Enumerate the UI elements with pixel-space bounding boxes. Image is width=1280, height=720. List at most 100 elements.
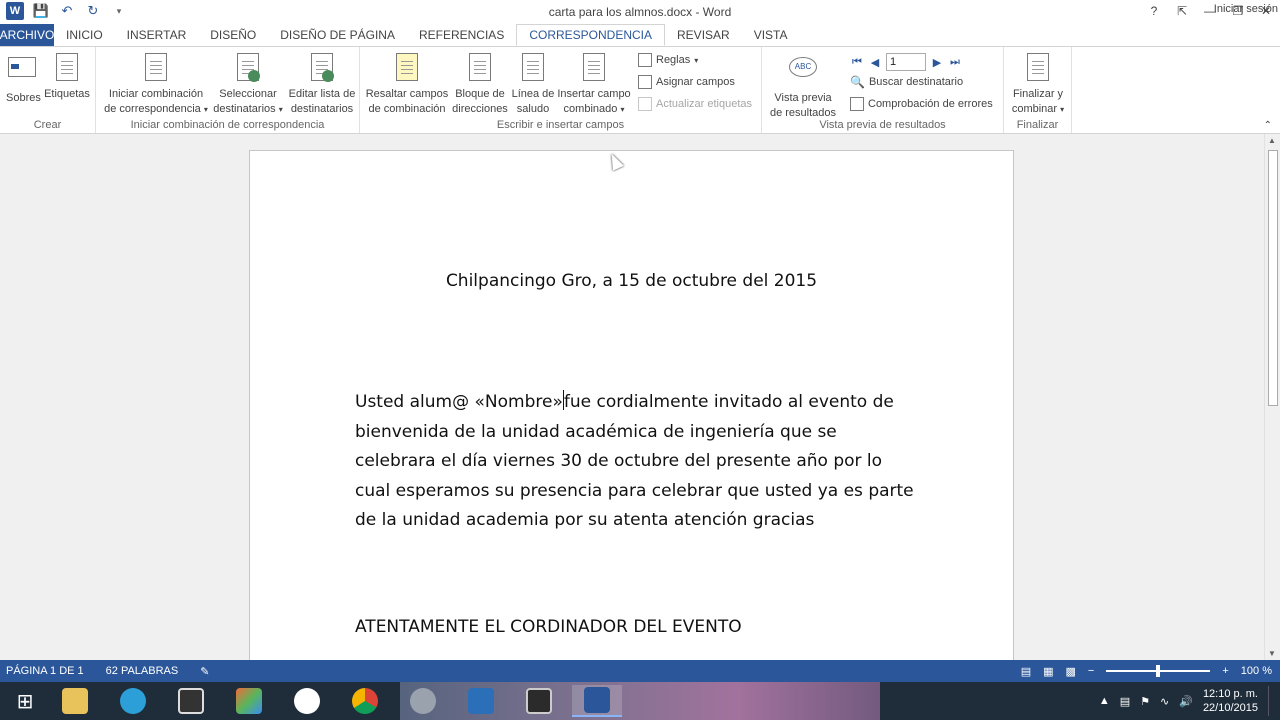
taskbar-word[interactable] [572, 685, 622, 717]
zoom-in-icon[interactable]: + [1222, 665, 1228, 677]
tab-vista[interactable]: VISTA [742, 24, 800, 46]
update-labels-icon [638, 97, 652, 111]
group-label-finalizar: Finalizar [1016, 119, 1059, 131]
insert-merge-field-icon [583, 53, 605, 81]
next-record-icon[interactable]: ▶ [930, 55, 944, 69]
ribbon-display-options-icon[interactable]: ⇱ [1168, 0, 1196, 22]
vertical-scrollbar[interactable]: ▲ ▼ [1264, 134, 1280, 660]
buscar-destinatario-button[interactable]: 🔍 Buscar destinatario [850, 75, 963, 89]
bloque-direcciones-button[interactable]: Bloque de direcciones [450, 51, 510, 117]
actualizar-etiquetas-button[interactable]: Actualizar etiquetas [638, 97, 752, 111]
proofing-icon[interactable]: ✎ [200, 665, 209, 678]
tab-diseno-de-pagina[interactable]: DISEÑO DE PÁGINA [268, 24, 407, 46]
tab-inicio[interactable]: INICIO [54, 24, 115, 46]
print-layout-icon[interactable]: ▦ [1043, 665, 1053, 678]
reglas-button[interactable]: Reglas ▾ [638, 53, 698, 67]
zoom-level[interactable]: 100 % [1241, 665, 1272, 677]
taskbar-app-9[interactable] [514, 685, 564, 717]
wifi-icon[interactable]: ∿ [1160, 695, 1169, 708]
tab-revisar[interactable]: REVISAR [665, 24, 742, 46]
flag-icon[interactable]: ⚑ [1140, 695, 1150, 708]
taskbar-chrome-2[interactable] [398, 685, 448, 717]
taskbar-file-explorer[interactable] [50, 685, 100, 717]
tray-expand-icon[interactable]: ▲ [1099, 695, 1110, 707]
labels-icon [56, 53, 78, 81]
start-button[interactable]: ⊞ [0, 685, 50, 717]
ribbon: Sobres Etiquetas Crear Iniciar combinaci… [0, 46, 1280, 134]
screen-recorder-icon [526, 688, 552, 714]
merge-field-text: Usted alum@ «Nombre» [355, 392, 563, 412]
body-paragraph: Usted alum@ «Nombre»fue cordialmente inv… [355, 388, 915, 536]
taskbar-lync[interactable] [456, 685, 506, 717]
show-desktop[interactable] [1268, 686, 1274, 716]
preview-results-icon: ABC [789, 57, 817, 77]
group-escribir-insertar: Resaltar campos de combinación Bloque de… [360, 47, 762, 133]
taskbar-hp[interactable] [282, 685, 332, 717]
document-page[interactable]: Chilpancingo Gro, a 15 de octubre del 20… [249, 150, 1014, 660]
taskbar-internet-explorer[interactable] [108, 685, 158, 717]
editar-lista-button[interactable]: Editar lista de destinatarios [286, 51, 358, 117]
volume-icon[interactable]: 🔊 [1179, 695, 1193, 708]
etiquetas-button[interactable]: Etiquetas [44, 51, 90, 102]
highlight-fields-icon [396, 53, 418, 81]
finish-merge-icon [1027, 53, 1049, 81]
previous-record-icon[interactable]: ◀ [868, 55, 882, 69]
ribbon-tabs: ARCHIVO INICIO INSERTAR DISEÑO DISEÑO DE… [0, 24, 1280, 46]
web-layout-icon[interactable]: ▩ [1066, 665, 1076, 678]
ie-icon [120, 688, 146, 714]
finalizar-combinar-button[interactable]: Finalizar y combinar ▾ [1006, 51, 1070, 117]
record-number-input[interactable]: 1 [886, 53, 926, 71]
last-record-icon[interactable]: ⏭ [948, 55, 962, 69]
resaltar-campos-button[interactable]: Resaltar campos de combinación [364, 51, 450, 117]
check-errors-icon [850, 97, 864, 111]
network-icon[interactable]: ▤ [1120, 695, 1130, 708]
document-area: Chilpancingo Gro, a 15 de octubre del 20… [0, 134, 1264, 660]
taskbar-app-3[interactable] [166, 685, 216, 717]
page-count[interactable]: PÁGINA 1 DE 1 [6, 665, 84, 677]
chevron-down-icon: ▾ [278, 105, 283, 114]
date-line: Chilpancingo Gro, a 15 de octubre del 20… [445, 271, 818, 291]
group-label-vista: Vista previa de resultados [819, 119, 946, 131]
chevron-down-icon: ▾ [203, 105, 208, 114]
taskbar-app-4[interactable] [224, 685, 274, 717]
chevron-down-icon: ▾ [1060, 105, 1065, 114]
find-recipient-icon: 🔍 [850, 75, 865, 89]
first-record-icon[interactable]: ⏮ [850, 55, 864, 69]
iniciar-combinacion-button[interactable]: Iniciar combinación de correspondencia ▾ [102, 51, 210, 117]
vista-previa-button[interactable]: ABC Vista previa de resultados [766, 51, 840, 121]
match-fields-icon [638, 75, 652, 89]
clock[interactable]: 12:10 p. m. 22/10/2015 [1203, 687, 1258, 715]
collapse-ribbon-icon[interactable]: ⌃ [1264, 120, 1272, 131]
group-crear: Sobres Etiquetas Crear [0, 47, 96, 133]
tab-diseno[interactable]: DISEÑO [198, 24, 268, 46]
scroll-up-icon[interactable]: ▲ [1268, 136, 1276, 145]
chevron-down-icon: ▾ [694, 55, 699, 65]
help-button[interactable]: ? [1140, 0, 1168, 22]
chevron-down-icon: ▾ [620, 105, 625, 114]
photo-app-icon [236, 688, 262, 714]
taskbar-chrome[interactable] [340, 685, 390, 717]
asignar-campos-button[interactable]: Asignar campos [638, 75, 735, 89]
title-bar: W 💾 ↶ ↻ ▾ carta para los almnos.docx - W… [0, 0, 1280, 24]
zoom-out-icon[interactable]: − [1088, 665, 1094, 677]
comprobacion-errores-button[interactable]: Comprobación de errores [850, 97, 993, 111]
tab-referencias[interactable]: REFERENCIAS [407, 24, 516, 46]
word-count[interactable]: 62 PALABRAS [106, 665, 179, 677]
tab-correspondencia[interactable]: CORRESPONDENCIA [516, 24, 666, 46]
linea-saludo-button[interactable]: Línea de saludo [510, 51, 556, 117]
group-finalizar: Finalizar y combinar ▾ Finalizar [1004, 47, 1072, 133]
tab-insertar[interactable]: INSERTAR [115, 24, 199, 46]
insertar-campo-button[interactable]: Insertar campo combinado ▾ [556, 51, 632, 117]
tab-archivo[interactable]: ARCHIVO [0, 24, 54, 46]
zoom-slider[interactable] [1106, 665, 1211, 677]
envelope-icon [8, 57, 36, 77]
sign-in-link[interactable]: Iniciar sesión [1214, 3, 1278, 15]
paragraph-rest: fue cordialmente invitado al evento de b… [355, 392, 914, 531]
chrome-icon [410, 688, 436, 714]
seleccionar-destinatarios-button[interactable]: Seleccionar destinatarios ▾ [210, 51, 286, 117]
chrome-icon [352, 688, 378, 714]
scrollbar-thumb[interactable] [1268, 150, 1278, 406]
read-mode-icon[interactable]: ▤ [1021, 665, 1031, 678]
sobres-button[interactable]: Sobres [6, 51, 41, 106]
scroll-down-icon[interactable]: ▼ [1268, 649, 1276, 658]
